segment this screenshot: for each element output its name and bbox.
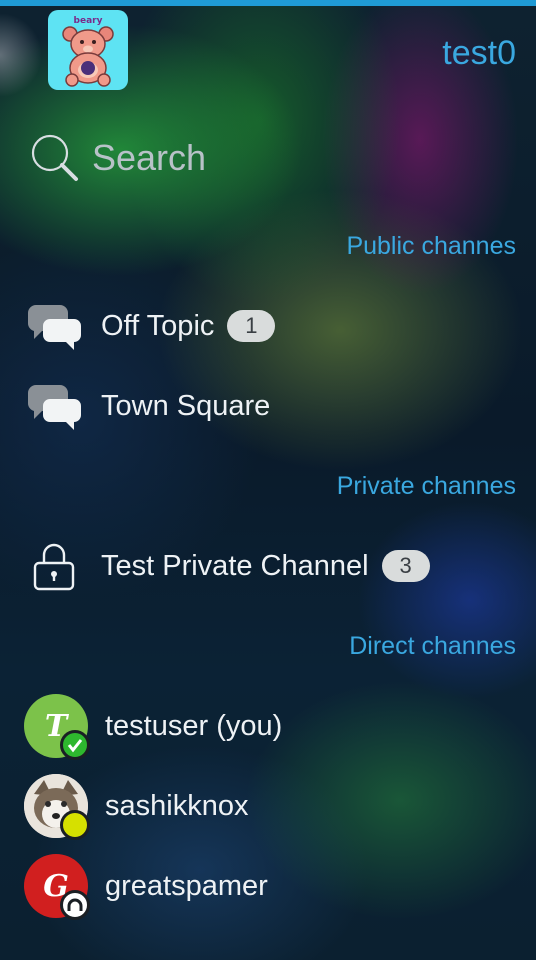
away-status-icon [60, 810, 90, 840]
current-username: test0 [442, 34, 516, 72]
lock-icon [24, 536, 84, 596]
unread-badge: 3 [381, 550, 430, 582]
channel-item-off-topic[interactable]: Off Topic 1 [24, 294, 514, 358]
chat-bubbles-icon [24, 296, 84, 356]
direct-item-greatspamer[interactable]: G greatspamer [24, 854, 514, 920]
channel-label: Town Square [101, 389, 271, 422]
channel-item-town-square[interactable]: Town Square [24, 374, 514, 438]
user-label: testuser (you) [105, 709, 283, 742]
direct-item-sashikknox[interactable]: sashikknox [24, 774, 514, 840]
chat-bubbles-icon [24, 376, 84, 436]
direct-channels-header: Direct channes [349, 632, 516, 660]
avatar: G [24, 854, 90, 920]
teddy-bear-icon: beary [62, 16, 114, 87]
public-channels-header: Public channes [346, 232, 516, 260]
search-input[interactable] [92, 137, 492, 179]
user-label: greatspamer [105, 869, 268, 902]
unread-badge: 1 [227, 310, 276, 342]
avatar [24, 774, 90, 840]
private-channels-header: Private channes [336, 472, 516, 500]
channel-label: Off Topic [101, 309, 215, 342]
svg-text:beary: beary [74, 16, 103, 26]
online-status-icon [60, 730, 90, 760]
top-accent-bar [0, 0, 536, 6]
user-label: sashikknox [105, 789, 249, 822]
search-bar[interactable] [28, 130, 508, 186]
direct-item-testuser[interactable]: T testuser (you) [24, 694, 514, 760]
search-icon [31, 134, 78, 181]
profile-avatar[interactable]: beary [48, 10, 128, 90]
channel-item-test-private-channel[interactable]: Test Private Channel 3 [24, 534, 514, 598]
offline-status-icon [60, 890, 90, 920]
avatar: T [24, 694, 90, 760]
channel-label: Test Private Channel [101, 549, 369, 582]
